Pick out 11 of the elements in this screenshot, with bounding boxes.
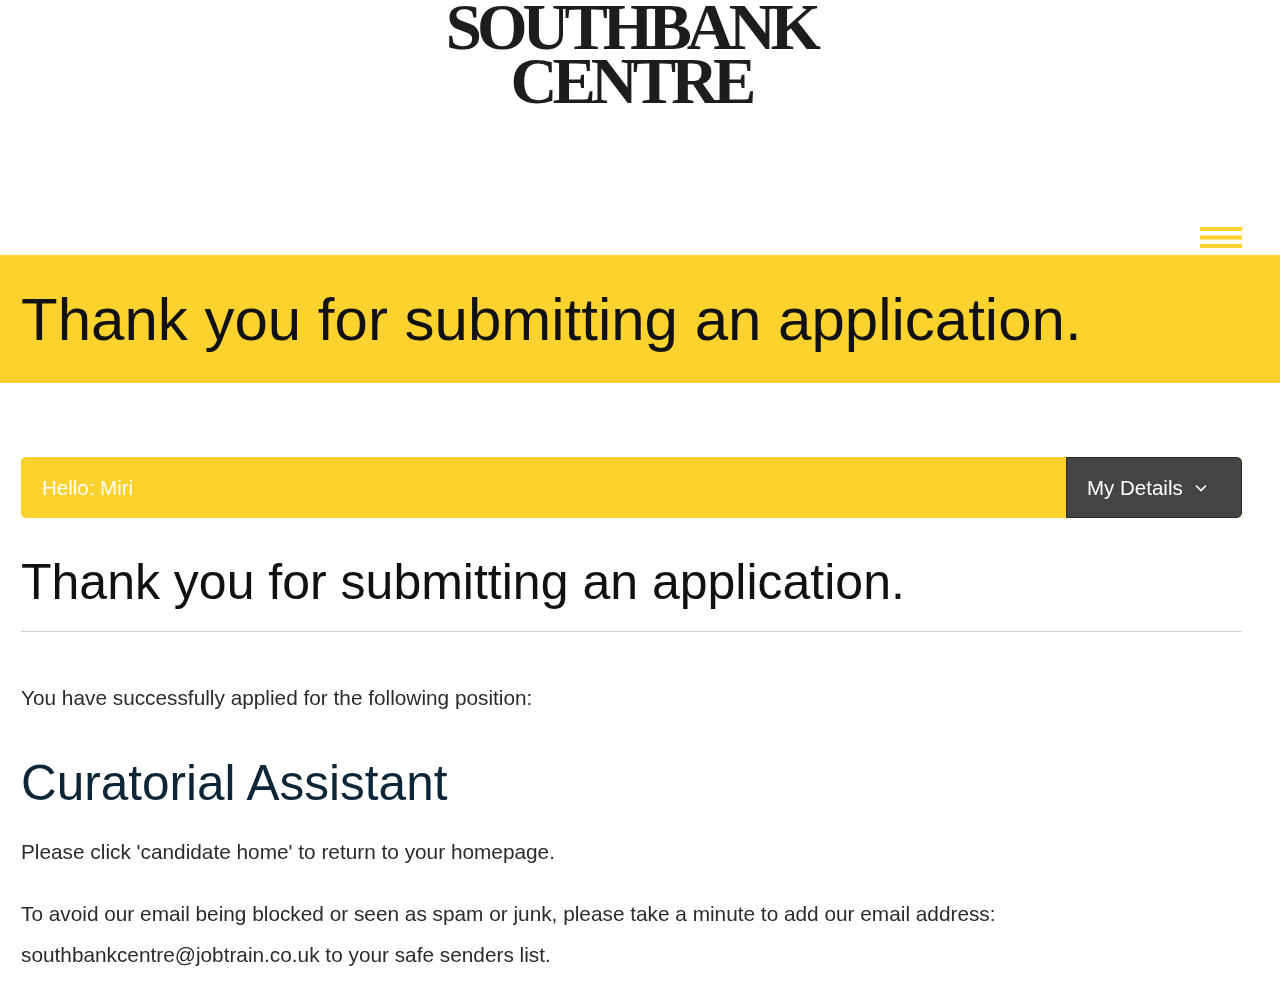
intro-text: You have successfully applied for the following position: (21, 685, 534, 711)
info-text: Please click 'candidate home' to return to your homepage. (21, 839, 556, 865)
my-details-button[interactable]: My Details (1066, 457, 1242, 518)
banner-title: Thank you for submitting an application. (21, 284, 1082, 354)
menu-icon[interactable] (1200, 227, 1242, 248)
position-title: Curatorial Assistant (21, 754, 449, 811)
greeting-text: Hello: Miri (42, 475, 134, 500)
info-text: To avoid our email being blocked or seen as spam or junk, please take a minute to add our email address: southbankcentre@jobtrain.co.uk to your safe senders list. (21, 901, 997, 968)
page-heading: Thank you for submitting an application. (21, 553, 1242, 632)
chevron-down-icon (1194, 483, 1207, 492)
logo[interactable]: SOUTHBANK CENTRE (445, 0, 817, 108)
